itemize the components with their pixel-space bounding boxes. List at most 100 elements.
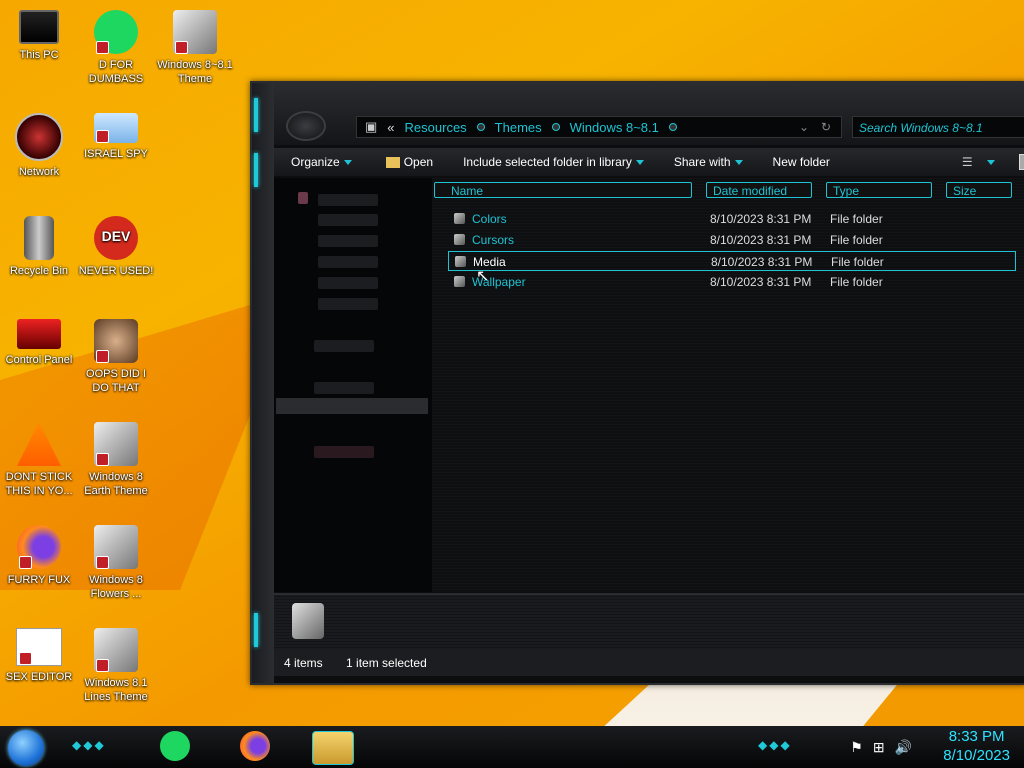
desktop-icon-israel-spy[interactable]: ISRAEL SPY [78, 113, 154, 161]
open-button[interactable]: Open [385, 155, 433, 169]
desktop-icon-label: NEVER USED! [78, 265, 154, 277]
desktop-icon-this-pc[interactable]: This PC [1, 10, 77, 62]
recycle-bin-icon [24, 216, 54, 260]
desktop-icon-label: Control Panel [5, 354, 73, 366]
breadcrumb-themes[interactable]: Themes [495, 120, 542, 135]
details-pane [274, 593, 1024, 650]
nav-item[interactable] [318, 298, 378, 310]
table-row[interactable]: Wallpaper 8/10/2023 8:31 PM File folder [448, 272, 1016, 292]
new-folder-label: New folder [772, 155, 830, 169]
desktop-icon-label: Windows 8 Earth Theme [84, 471, 148, 497]
nav-item[interactable] [314, 382, 374, 394]
table-row-selected[interactable]: Media 8/10/2023 8:31 PM File folder [448, 251, 1016, 271]
nav-item[interactable] [318, 277, 378, 289]
firefox-taskbar-button[interactable] [240, 731, 270, 761]
taskbar-decoration: ◆◆◆ [72, 738, 106, 752]
start-button[interactable] [8, 730, 44, 766]
column-header-name[interactable]: Name [434, 182, 692, 198]
file-list[interactable]: Name Date modified Type Size Colors 8/10… [432, 178, 1024, 592]
nav-item[interactable] [318, 235, 378, 247]
volume-icon[interactable]: 🔊 [895, 739, 912, 756]
breadcrumb-overflow[interactable]: « [387, 120, 394, 135]
desktop-icon-windows-theme[interactable]: Windows 8~8.1 Theme [157, 10, 233, 86]
theme-folder-icon [94, 525, 138, 569]
nav-item[interactable] [318, 214, 378, 226]
nav-item[interactable] [318, 194, 378, 206]
desktop-icon-recycle-bin[interactable]: Recycle Bin [1, 216, 77, 278]
clock-date: 8/10/2023 [943, 747, 1010, 764]
desktop-icon-label: OOPS DID I DO THAT [86, 368, 146, 394]
preview-pane-icon[interactable] [1018, 154, 1024, 170]
desktop-icon-oops[interactable]: OOPS DID I DO THAT [78, 319, 154, 395]
view-options-icon[interactable]: ☰ [962, 155, 973, 169]
organize-label: Organize [291, 155, 340, 169]
breadcrumb-separator-icon[interactable] [476, 123, 485, 131]
status-bar: 4 items 1 item selected [274, 650, 1024, 676]
desktop-icon-label: Windows 8.1 Lines Theme [84, 677, 148, 703]
breadcrumb-separator-icon[interactable] [668, 123, 677, 131]
column-header-size[interactable]: Size [946, 182, 1012, 198]
nav-item[interactable] [314, 340, 374, 352]
desktop-icon-flowers-theme[interactable]: Windows 8 Flowers ... [78, 525, 154, 601]
desktop-icon-vlc[interactable]: DONT STICK THIS IN YO... [1, 422, 77, 498]
selection-count: 1 item selected [346, 656, 427, 670]
desktop-icon-lines-theme[interactable]: Windows 8.1 Lines Theme [78, 628, 154, 704]
navigation-pane[interactable] [274, 178, 432, 592]
back-button[interactable] [286, 111, 326, 141]
monitor-icon [19, 10, 59, 44]
file-type: File folder [830, 233, 883, 247]
theme-folder-icon [173, 10, 217, 54]
nav-item[interactable] [318, 256, 378, 268]
column-header-date[interactable]: Date modified [706, 182, 812, 198]
desktop-icon-label: SEX EDITOR [5, 671, 73, 683]
file-type: File folder [830, 212, 883, 226]
window-frame-left [252, 83, 274, 683]
address-bar[interactable]: ▣ « Resources Themes Windows 8~8.1 ⌄ ↻ [356, 116, 842, 138]
desktop-icon-network[interactable]: Network [1, 113, 77, 179]
desktop-icon-label: D FOR DUMBASS [88, 59, 144, 85]
desktop-icon-hxd[interactable]: SEX EDITOR [1, 628, 77, 684]
network-icon[interactable]: ⊞ [873, 739, 885, 756]
file-explorer-taskbar-button[interactable] [312, 731, 354, 765]
clock-time: 8:33 PM [948, 728, 1005, 745]
organize-button[interactable]: Organize [291, 155, 352, 169]
breadcrumb-current[interactable]: Windows 8~8.1 [570, 120, 659, 135]
history-dropdown-icon[interactable]: ⌄ [799, 120, 809, 134]
favorites-icon [298, 192, 308, 204]
desktop-icon-d-for-dumbass[interactable]: D FOR DUMBASS [78, 10, 154, 86]
nav-item[interactable] [314, 446, 374, 458]
explorer-window[interactable]: ▣ « Resources Themes Windows 8~8.1 ⌄ ↻ S… [250, 81, 1024, 685]
breadcrumb-resources[interactable]: Resources [405, 120, 467, 135]
breadcrumb-separator-icon[interactable] [551, 123, 560, 131]
column-header-type[interactable]: Type [826, 182, 932, 198]
clock[interactable]: 8:33 PM 8/10/2023 [943, 727, 1010, 765]
share-with-button[interactable]: Share with [674, 155, 743, 169]
view-dropdown-icon[interactable] [986, 159, 995, 165]
folder-icon [454, 234, 465, 245]
desktop-icon-label: Windows 8~8.1 Theme [157, 59, 233, 85]
desktop-icon-label: Network [18, 166, 60, 178]
firefox-icon [17, 525, 61, 569]
refresh-icon[interactable]: ↻ [821, 120, 831, 134]
theme-folder-icon [94, 422, 138, 466]
search-input[interactable]: Search Windows 8~8.1 [852, 116, 1024, 138]
devcpp-icon: DEV [94, 216, 138, 260]
include-in-library-button[interactable]: Include selected folder in library [463, 155, 644, 169]
folder-icon [454, 213, 465, 224]
folder-icon [385, 156, 400, 168]
nav-item-selected[interactable] [276, 398, 428, 414]
desktop-icon-control-panel[interactable]: Control Panel [1, 319, 77, 367]
spotify-taskbar-button[interactable] [160, 731, 190, 761]
table-row[interactable]: Cursors 8/10/2023 8:31 PM File folder [448, 230, 1016, 250]
desktop-icon-firefox[interactable]: FURRY FUX [1, 525, 77, 587]
file-type: File folder [830, 275, 883, 289]
desktop-icon-label: ISRAEL SPY [84, 148, 148, 160]
new-folder-button[interactable]: New folder [773, 155, 830, 169]
table-row[interactable]: Colors 8/10/2023 8:31 PM File folder [448, 209, 1016, 229]
portrait-icon [94, 319, 138, 363]
folder-icon [455, 256, 466, 267]
desktop-icon-label: DONT STICK THIS IN YO... [5, 471, 73, 497]
action-center-flag-icon[interactable]: ⚑ [850, 739, 863, 756]
desktop-icon-earth-theme[interactable]: Windows 8 Earth Theme [78, 422, 154, 498]
desktop-icon-never-used[interactable]: DEV NEVER USED! [78, 216, 154, 278]
